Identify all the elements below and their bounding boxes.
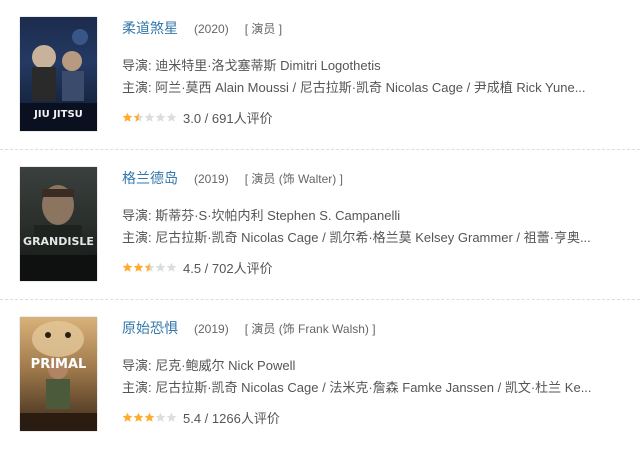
- film-year: (2019): [194, 322, 229, 336]
- film-director: 导演: 迪米特里·洛戈塞蒂斯 Dimitri Logothetis: [122, 58, 381, 73]
- film-rating: 5.4 / 1266人评价: [122, 408, 280, 427]
- rating-text: 5.4 / 1266人评价: [183, 411, 280, 426]
- star-icon: [144, 112, 155, 122]
- star-icon: [144, 412, 155, 422]
- poster-title: JIU JITSU: [34, 109, 83, 120]
- title-line: 柔道煞星 (2020) [ 演员 ]: [122, 18, 282, 38]
- film-item: GRANDISLE 格兰德岛 (2019) [ 演员 (饰 Walter) ] 导演…: [0, 150, 640, 300]
- title-line: 原始恐惧 (2019) [ 演员 (饰 Frank Walsh) ]: [122, 318, 376, 338]
- filmography-list: JIU JITSU 柔道煞星 (2020) [ 演员 ] 导演: 迪米特里·洛戈塞蒂…: [0, 0, 640, 450]
- star-icon: [166, 412, 177, 422]
- star-icon: [122, 262, 133, 272]
- rating-stars: [122, 112, 177, 123]
- film-poster[interactable]: PRIMAL: [20, 317, 97, 431]
- film-cast: 主演: 尼古拉斯·凯奇 Nicolas Cage / 法米克·詹森 Famke …: [122, 380, 592, 395]
- film-rating: 3.0 / 691人评价: [122, 108, 273, 127]
- film-director: 导演: 斯蒂芬·S·坎帕内利 Stephen S. Campanelli: [122, 208, 401, 223]
- film-poster[interactable]: GRANDISLE: [20, 167, 97, 281]
- rating-text: 4.5 / 702人评价: [183, 261, 273, 276]
- film-rating: 4.5 / 702人评价: [122, 258, 273, 277]
- title-line: 格兰德岛 (2019) [ 演员 (饰 Walter) ]: [122, 168, 343, 188]
- film-cast: 主演: 阿兰·莫西 Alain Moussi / 尼古拉斯·凯奇 Nicolas…: [122, 80, 586, 95]
- film-role: [ 演员 (饰 Walter) ]: [244, 172, 343, 186]
- film-title-link[interactable]: 格兰德岛: [122, 170, 178, 186]
- star-icon: [122, 112, 133, 122]
- star-icon: [155, 262, 166, 272]
- poster-title: GRANDISLE: [23, 235, 94, 248]
- star-icon: [155, 112, 166, 122]
- rating-stars: [122, 262, 177, 273]
- film-year: (2020): [194, 22, 229, 36]
- film-item: PRIMAL 原始恐惧 (2019)[ 演员 (饰 Frank Walsh) ] …: [0, 300, 640, 450]
- poster-title: PRIMAL: [30, 357, 87, 372]
- rating-text: 3.0 / 691人评价: [183, 111, 273, 126]
- poster-art: [20, 321, 97, 431]
- film-role: [ 演员 ]: [244, 22, 283, 36]
- film-director: 导演: 尼克·鲍威尔 Nick Powell: [122, 358, 296, 373]
- film-role: [ 演员 (饰 Frank Walsh) ]: [244, 322, 376, 336]
- film-poster[interactable]: JIU JITSU: [20, 17, 97, 131]
- film-year: (2019): [194, 172, 229, 186]
- star-icon: [133, 412, 144, 422]
- star-icon: [144, 262, 155, 272]
- star-icon: [166, 262, 177, 272]
- star-icon: [155, 412, 166, 422]
- film-title-link[interactable]: 原始恐惧: [122, 320, 178, 336]
- star-icon: [122, 412, 133, 422]
- film-title-link[interactable]: 柔道煞星: [122, 20, 178, 36]
- film-cast: 主演: 尼古拉斯·凯奇 Nicolas Cage / 凯尔希·格兰莫 Kelse…: [122, 230, 591, 245]
- star-icon: [166, 112, 177, 122]
- star-icon: [133, 262, 144, 272]
- rating-stars: [122, 412, 177, 423]
- poster-art: [20, 185, 97, 281]
- star-icon: [133, 112, 144, 122]
- film-item: JIU JITSU 柔道煞星 (2020) [ 演员 ] 导演: 迪米特里·洛戈塞蒂…: [0, 0, 640, 150]
